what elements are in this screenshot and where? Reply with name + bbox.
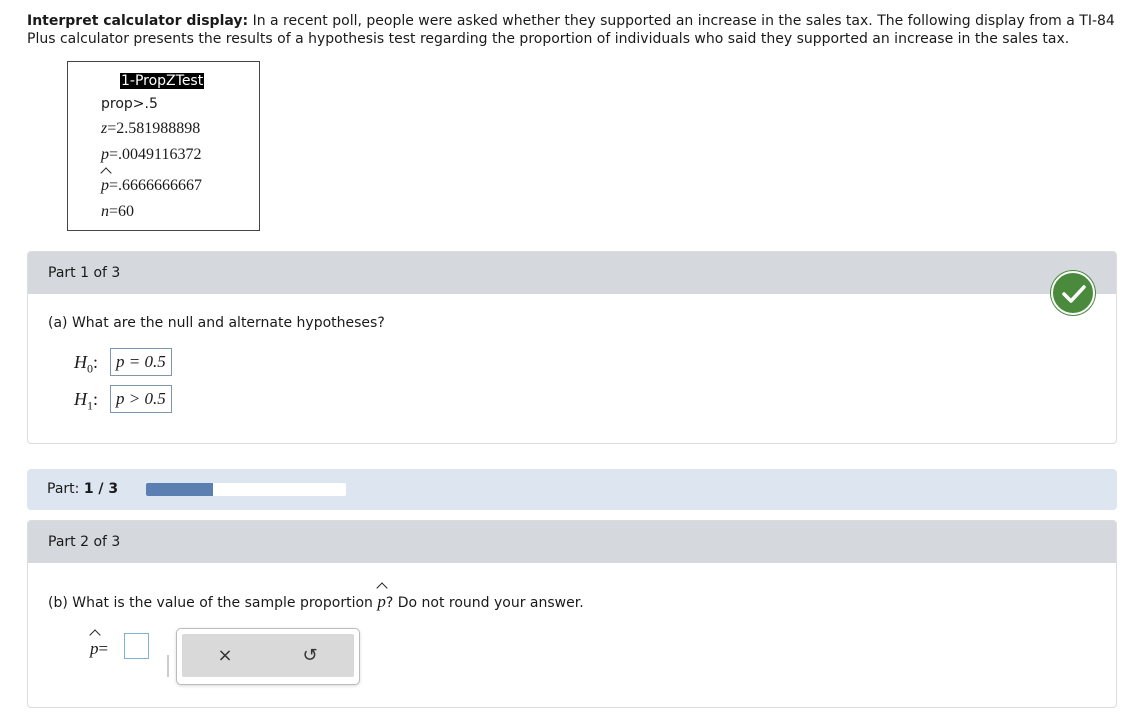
part1-panel: Part 1 of 3 (a) What are the null and al…: [27, 251, 1117, 444]
calc-z-line: z=2.581988898: [101, 120, 200, 138]
part2-question-post: ? Do not round your answer.: [385, 595, 584, 611]
calc-phat-line: p=.6666666667: [101, 177, 202, 195]
h0-label: H0:: [74, 352, 98, 377]
h1-letter: H: [74, 389, 87, 409]
divider: [167, 655, 169, 677]
calc-p-eq: =: [109, 146, 119, 163]
calc-prop-rel: >: [132, 96, 145, 112]
calc-p-var: p: [101, 146, 109, 163]
part2-header[interactable]: Part 2 of 3: [28, 521, 1116, 563]
answer-tool-panel: × ↺: [176, 628, 360, 685]
h1-colon: :: [93, 389, 99, 409]
part2-panel: Part 2 of 3 (b) What is the value of the…: [27, 520, 1117, 708]
progress-label: Part: 1 / 3: [47, 481, 118, 497]
phat-var: p: [90, 639, 99, 658]
h0-colon: :: [93, 352, 99, 372]
progress-text: Part:: [47, 481, 84, 497]
part2-question: (b) What is the value of the sample prop…: [48, 592, 584, 612]
answer-tool-inner: × ↺: [182, 634, 354, 677]
calculator-display: 1-PropZTest prop>.5 z=2.581988898 p=.004…: [67, 61, 260, 231]
progress-count: 1 / 3: [83, 481, 119, 497]
calc-title: 1-PropZTest: [120, 73, 205, 89]
calc-n-eq: =: [109, 203, 119, 220]
calc-n-value: 60: [118, 203, 135, 220]
close-icon[interactable]: ×: [215, 646, 235, 666]
part2-question-var: p: [377, 592, 386, 611]
phat-answer-input[interactable]: [124, 633, 149, 659]
h1-label: H1:: [74, 389, 98, 414]
undo-icon[interactable]: ↺: [300, 646, 320, 666]
intro-bold: Interpret calculator display:: [27, 13, 249, 29]
calc-z-eq: =: [107, 120, 117, 137]
calc-prop-label: prop: [101, 96, 133, 112]
checkmark-icon: [1051, 271, 1095, 315]
intro-text: Interpret calculator display: In a recen…: [27, 12, 1117, 48]
calc-p-value: .0049116372: [118, 146, 202, 163]
calc-z-value: 2.581988898: [116, 120, 201, 137]
h1-answer: p > 0.5: [116, 389, 166, 408]
calc-phat-var: p: [101, 177, 109, 194]
calc-n-line: n=60: [101, 203, 134, 221]
progress-track: [146, 483, 346, 496]
calc-phat-value: .6666666667: [118, 177, 203, 194]
h0-letter: H: [74, 352, 87, 372]
phat-eq: =: [98, 639, 109, 658]
part-progress: Part: 1 / 3: [27, 469, 1117, 510]
part1-question: (a) What are the null and alternate hypo…: [48, 315, 385, 331]
calc-n-var: n: [101, 203, 109, 220]
h1-answer-field[interactable]: p > 0.5: [110, 385, 172, 413]
calc-p-line: p=.0049116372: [101, 146, 201, 164]
calc-phat-eq: =: [109, 177, 119, 194]
phat-answer-label: p=: [90, 639, 108, 659]
calc-prop-value: .5: [144, 96, 158, 112]
progress-fill: [146, 483, 213, 496]
part2-question-pre: (b) What is the value of the sample prop…: [48, 595, 378, 611]
h0-answer-field[interactable]: p = 0.5: [110, 348, 172, 376]
calc-prop-line: prop>.5: [101, 96, 158, 112]
part1-header[interactable]: Part 1 of 3: [28, 252, 1116, 294]
h0-answer: p = 0.5: [116, 352, 166, 371]
